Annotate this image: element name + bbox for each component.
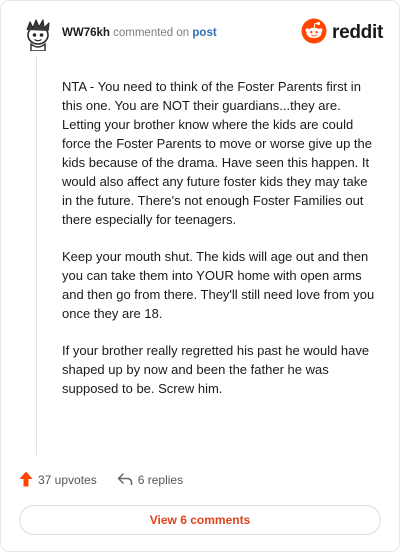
comment-paragraph: If your brother really regretted his pas… <box>62 343 370 396</box>
snoo-avatar-icon[interactable] <box>21 17 55 52</box>
view-comments-button[interactable]: View 6 comments <box>19 505 381 535</box>
reddit-wordmark: reddit <box>332 22 383 43</box>
comment-card: WW76kh commented on post reddit NTA - Yo… <box>0 0 400 552</box>
commented-on-text: commented on <box>113 27 190 39</box>
upvote-button[interactable]: 37 upvotes <box>19 471 97 490</box>
thread-line <box>36 57 37 455</box>
upvote-arrow-icon <box>19 471 33 490</box>
reddit-brand[interactable]: reddit <box>301 18 383 49</box>
replies-button[interactable]: 6 replies <box>117 472 183 489</box>
comment-header: WW76kh commented on post reddit <box>19 17 383 52</box>
reply-arrow-icon <box>117 472 133 489</box>
comment-paragraph: Keep your mouth shut. The kids will age … <box>62 249 375 321</box>
post-link[interactable]: post <box>192 27 216 39</box>
comment-body: NTA - You need to think of the Foster Pa… <box>62 77 376 416</box>
upvote-count: 37 upvotes <box>38 473 97 487</box>
comment-paragraph: NTA - You need to think of the Foster Pa… <box>62 79 372 227</box>
author-line: WW76kh commented on post <box>62 27 217 39</box>
reddit-snoo-logo-icon <box>301 18 327 49</box>
author-username[interactable]: WW76kh <box>62 27 110 39</box>
replies-count: 6 replies <box>137 473 184 487</box>
comment-actions: 37 upvotes 6 replies <box>19 470 183 490</box>
